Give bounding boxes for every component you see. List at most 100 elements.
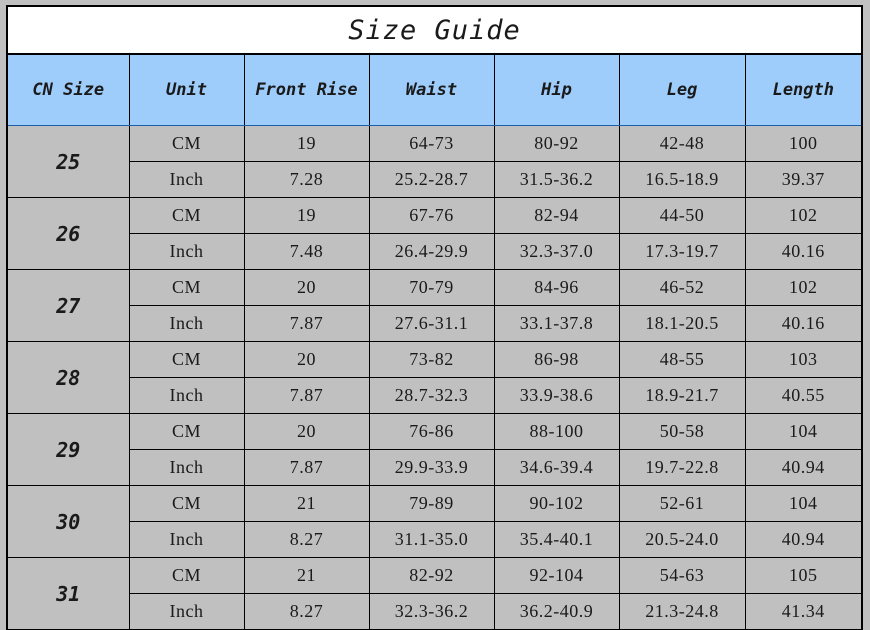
cn-size-cell: 29 [8,413,130,486]
length-cell: 40.94 [744,521,862,558]
hip-cell: 88-100 [493,413,620,450]
hip-cell: 35.4-40.1 [493,521,620,558]
length-cell: 104 [744,485,862,522]
unit-cell: CM [128,413,245,450]
waist-cell: 28.7-32.3 [368,377,495,414]
hip-cell: 86-98 [493,341,620,378]
leg-cell: 52-61 [618,485,746,522]
table-row: 28 CM 20 73-82 86-98 48-55 103 [8,341,862,414]
table-row: Inch 7.28 25.2-28.7 31.5-36.2 16.5-18.9 39.37 [8,161,862,198]
column-header-cn-size: CN Size [8,54,130,126]
hip-cell: 80-92 [493,125,620,162]
table-row: Inch 7.87 28.7-32.3 33.9-38.6 18.9-21.7 40.55 [8,377,862,414]
table-row: Inch 8.27 32.3-36.2 36.2-40.9 21.3-24.8 41.34 [8,593,862,630]
length-cell: 39.37 [744,161,862,198]
unit-cell: CM [128,197,245,234]
length-cell: 104 [744,413,862,450]
front-rise-cell: 7.87 [243,377,370,414]
hip-cell: 90-102 [493,485,620,522]
waist-cell: 79-89 [368,485,495,522]
waist-cell: 27.6-31.1 [368,305,495,342]
table-row: 27 CM 20 70-79 84-96 46-52 102 [8,269,862,342]
front-rise-cell: 8.27 [243,593,370,630]
hip-cell: 82-94 [493,197,620,234]
leg-cell: 18.1-20.5 [618,305,746,342]
hip-cell: 34.6-39.4 [493,449,620,486]
unit-cell: Inch [128,593,245,630]
table-row: Inch 8.27 31.1-35.0 35.4-40.1 20.5-24.0 40.94 [8,521,862,558]
cn-size-cell: 26 [8,197,130,270]
front-rise-cell: 20 [243,413,370,450]
hip-cell: 36.2-40.9 [493,593,620,630]
cn-size-cell: 28 [8,341,130,414]
length-cell: 40.94 [744,449,862,486]
length-cell: 105 [744,557,862,594]
length-cell: 102 [744,269,862,306]
hip-cell: 31.5-36.2 [493,161,620,198]
length-cell: 40.55 [744,377,862,414]
unit-cell: Inch [128,233,245,270]
hip-cell: 84-96 [493,269,620,306]
size-guide-table: Size Guide CN Size Unit Front Rise Waist Hip L… [8,7,862,630]
waist-cell: 31.1-35.0 [368,521,495,558]
column-header-front-rise: Front Rise [243,54,370,126]
size-guide-container: Size Guide CN Size Unit Front Rise Waist Hip L… [6,5,863,630]
leg-cell: 50-58 [618,413,746,450]
column-header-waist: Waist [368,54,495,126]
hip-cell: 33.1-37.8 [493,305,620,342]
cn-size-cell: 25 [8,125,130,198]
leg-cell: 19.7-22.8 [618,449,746,486]
waist-cell: 29.9-33.9 [368,449,495,486]
leg-cell: 20.5-24.0 [618,521,746,558]
front-rise-cell: 21 [243,485,370,522]
waist-cell: 32.3-36.2 [368,593,495,630]
front-rise-cell: 7.48 [243,233,370,270]
column-header-hip: Hip [493,54,620,126]
length-cell: 103 [744,341,862,378]
front-rise-cell: 19 [243,197,370,234]
column-header-unit: Unit [128,54,245,126]
unit-cell: CM [128,269,245,306]
leg-cell: 48-55 [618,341,746,378]
unit-cell: Inch [128,161,245,198]
length-cell: 40.16 [744,305,862,342]
table-row: Inch 7.48 26.4-29.9 32.3-37.0 17.3-19.7 40.16 [8,233,862,270]
length-cell: 40.16 [744,233,862,270]
hip-cell: 32.3-37.0 [493,233,620,270]
cn-size-cell: 27 [8,269,130,342]
cn-size-cell: 30 [8,485,130,558]
waist-cell: 70-79 [368,269,495,306]
front-rise-cell: 8.27 [243,521,370,558]
leg-cell: 54-63 [618,557,746,594]
table-row: Inch 7.87 29.9-33.9 34.6-39.4 19.7-22.8 40.94 [8,449,862,486]
leg-cell: 16.5-18.9 [618,161,746,198]
unit-cell: Inch [128,377,245,414]
table-header-row: CN Size Unit Front Rise Waist Hip Leg Length [8,54,862,126]
waist-cell: 25.2-28.7 [368,161,495,198]
waist-cell: 73-82 [368,341,495,378]
front-rise-cell: 20 [243,269,370,306]
table-row: Inch 7.87 27.6-31.1 33.1-37.8 18.1-20.5 40.16 [8,305,862,342]
leg-cell: 44-50 [618,197,746,234]
unit-cell: Inch [128,449,245,486]
table-row: 31 CM 21 82-92 92-104 54-63 105 [8,557,862,630]
front-rise-cell: 7.87 [243,449,370,486]
leg-cell: 17.3-19.7 [618,233,746,270]
unit-cell: Inch [128,305,245,342]
column-header-leg: Leg [618,54,746,126]
leg-cell: 21.3-24.8 [618,593,746,630]
hip-cell: 92-104 [493,557,620,594]
leg-cell: 42-48 [618,125,746,162]
length-cell: 100 [744,125,862,162]
front-rise-cell: 19 [243,125,370,162]
unit-cell: Inch [128,521,245,558]
hip-cell: 33.9-38.6 [493,377,620,414]
waist-cell: 26.4-29.9 [368,233,495,270]
front-rise-cell: 20 [243,341,370,378]
waist-cell: 64-73 [368,125,495,162]
waist-cell: 67-76 [368,197,495,234]
table-row: 25 CM 19 64-73 80-92 42-48 100 [8,125,862,198]
leg-cell: 46-52 [618,269,746,306]
title-row: Size Guide [8,7,862,55]
front-rise-cell: 7.28 [243,161,370,198]
